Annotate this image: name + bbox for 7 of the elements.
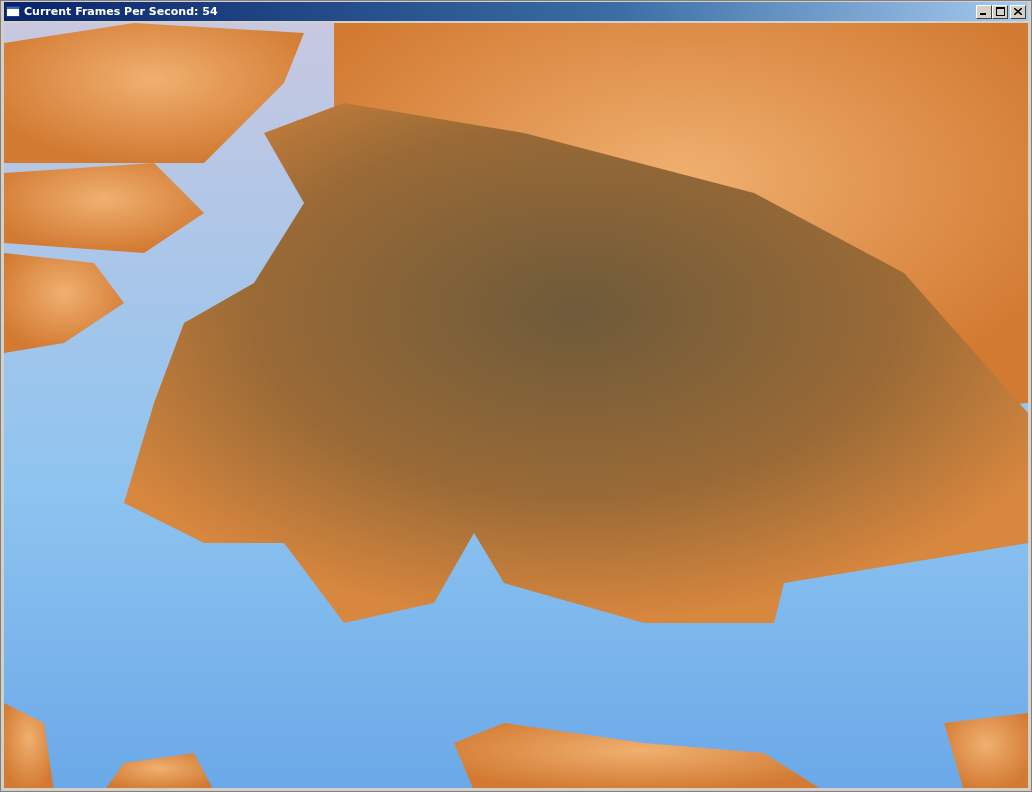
maximize-button[interactable]: [992, 4, 1008, 19]
window-title: Current Frames Per Second: 54: [24, 5, 219, 18]
app-window-icon: [6, 6, 20, 17]
close-button[interactable]: [1010, 4, 1026, 19]
close-icon: [1014, 8, 1022, 15]
maximize-icon: [995, 7, 1005, 16]
minimize-button[interactable]: [976, 4, 992, 19]
